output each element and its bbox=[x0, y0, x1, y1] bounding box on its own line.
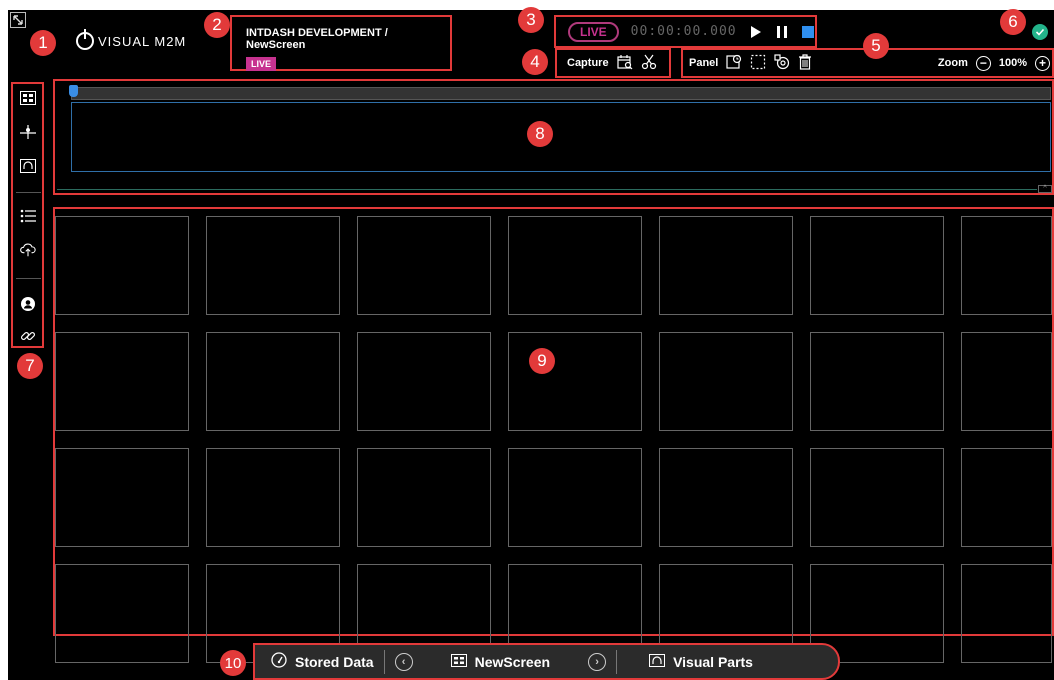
next-screen-icon[interactable]: › bbox=[588, 652, 607, 671]
callout-marker: 2 bbox=[204, 12, 230, 38]
cloud-upload-icon[interactable] bbox=[20, 242, 36, 258]
panel-cell[interactable] bbox=[508, 448, 642, 547]
trash-icon[interactable] bbox=[798, 53, 812, 73]
playback-controls: LIVE 00:00:00.000 bbox=[554, 15, 817, 48]
visual-parts-button[interactable]: Visual Parts bbox=[649, 653, 753, 670]
panel-cell[interactable] bbox=[357, 332, 491, 431]
nav-divider bbox=[616, 649, 618, 674]
panel-grid bbox=[53, 207, 1054, 663]
visual-parts-icon[interactable] bbox=[20, 158, 36, 174]
gauge-icon bbox=[271, 652, 287, 671]
timeline-ruler[interactable] bbox=[71, 87, 1051, 100]
logo-text: VISUAL M2M bbox=[98, 33, 187, 49]
play-icon[interactable] bbox=[749, 25, 763, 39]
callout-marker: 1 bbox=[30, 30, 56, 56]
bottom-nav-bar: Stored Data ‹ NewScreen › Visual Parts bbox=[253, 643, 840, 680]
timeline-track[interactable] bbox=[71, 102, 1051, 172]
panel-cell[interactable] bbox=[206, 332, 340, 431]
panel-cell[interactable] bbox=[810, 216, 944, 315]
zoom-out-icon[interactable]: − bbox=[975, 55, 991, 71]
data-point-icon[interactable] bbox=[20, 124, 36, 140]
callout-marker: 3 bbox=[518, 7, 544, 33]
callout-marker: 4 bbox=[522, 49, 548, 75]
zoom-label: Zoom bbox=[937, 57, 968, 69]
zoom-control: Zoom − 100% + bbox=[937, 55, 1050, 71]
link-icon[interactable] bbox=[20, 328, 36, 344]
visual-parts-label: Visual Parts bbox=[673, 653, 753, 670]
panel-cell[interactable] bbox=[55, 332, 189, 431]
panel-settings-icon[interactable] bbox=[774, 53, 790, 73]
app-logo: VISUAL M2M bbox=[76, 29, 187, 50]
panel-cell[interactable] bbox=[659, 448, 793, 547]
panel-cell[interactable] bbox=[206, 448, 340, 547]
timeline-area[interactable]: ^ bbox=[53, 79, 1054, 195]
panel-cell[interactable] bbox=[961, 564, 1052, 663]
visual-parts-icon bbox=[649, 653, 666, 670]
zoom-value: 100% bbox=[998, 57, 1027, 69]
panel-cell[interactable] bbox=[206, 216, 340, 315]
app-window: VISUAL M2M INTDASH DEVELOPMENT / NewScre… bbox=[8, 10, 1054, 680]
screen-layout-icon[interactable] bbox=[20, 90, 36, 106]
panel-cell[interactable] bbox=[357, 216, 491, 315]
callout-marker: 5 bbox=[863, 33, 889, 59]
previous-screen-icon[interactable]: ‹ bbox=[394, 652, 413, 671]
callout-marker: 8 bbox=[527, 121, 553, 147]
panel-cell[interactable] bbox=[659, 332, 793, 431]
user-account-icon[interactable] bbox=[20, 296, 36, 312]
expand-icon[interactable] bbox=[10, 12, 26, 28]
stored-data-label: Stored Data bbox=[295, 653, 374, 670]
project-header: INTDASH DEVELOPMENT / NewScreen LIVE bbox=[230, 15, 452, 71]
panel-clock-icon[interactable] bbox=[726, 54, 742, 73]
screen-layout-icon bbox=[450, 653, 467, 670]
timeline-collapse-icon[interactable]: ^ bbox=[1038, 185, 1052, 193]
capture-label: Capture bbox=[567, 57, 609, 69]
calendar-search-icon[interactable] bbox=[616, 54, 633, 73]
sidebar-divider bbox=[16, 192, 41, 193]
panel-label: Panel bbox=[689, 57, 719, 69]
callout-marker: 7 bbox=[17, 353, 43, 379]
panel-cell[interactable] bbox=[55, 216, 189, 315]
live-badge: LIVE bbox=[246, 57, 277, 71]
callout-marker: 9 bbox=[529, 348, 555, 374]
panel-cell[interactable] bbox=[810, 448, 944, 547]
screen-selector[interactable]: NewScreen bbox=[450, 653, 551, 670]
panel-cell[interactable] bbox=[961, 448, 1052, 547]
live-button[interactable]: LIVE bbox=[568, 21, 619, 42]
stored-data-button[interactable]: Stored Data bbox=[271, 652, 374, 671]
playhead-marker[interactable] bbox=[69, 85, 78, 97]
power-logo-icon bbox=[76, 29, 94, 50]
panel-cell[interactable] bbox=[810, 332, 944, 431]
left-sidebar bbox=[11, 82, 44, 348]
panel-cell[interactable] bbox=[55, 564, 189, 663]
screen-name: NewScreen bbox=[474, 653, 551, 670]
timecode-display: 00:00:00.000 bbox=[630, 24, 737, 39]
nav-divider bbox=[383, 649, 385, 674]
panel-cell[interactable] bbox=[357, 448, 491, 547]
scissors-icon[interactable] bbox=[641, 54, 657, 73]
connection-status-icon[interactable] bbox=[1032, 24, 1048, 40]
callout-marker: 10 bbox=[220, 650, 246, 676]
panel-cell[interactable] bbox=[961, 332, 1052, 431]
project-title: INTDASH DEVELOPMENT / NewScreen bbox=[246, 27, 388, 51]
capture-toolbar: Capture bbox=[555, 48, 671, 78]
timeline-baseline bbox=[57, 189, 1037, 190]
panel-cell[interactable] bbox=[55, 448, 189, 547]
panel-cell[interactable] bbox=[961, 216, 1052, 315]
zoom-in-icon[interactable]: + bbox=[1035, 55, 1050, 71]
select-area-icon[interactable] bbox=[750, 54, 766, 73]
stop-icon[interactable] bbox=[801, 25, 815, 39]
panel-cell[interactable] bbox=[508, 332, 642, 431]
list-icon[interactable] bbox=[20, 208, 36, 224]
pause-icon[interactable] bbox=[775, 25, 789, 39]
panel-cell[interactable] bbox=[508, 216, 642, 315]
callout-marker: 6 bbox=[1000, 9, 1026, 35]
panel-cell[interactable] bbox=[659, 216, 793, 315]
sidebar-divider bbox=[16, 278, 41, 279]
